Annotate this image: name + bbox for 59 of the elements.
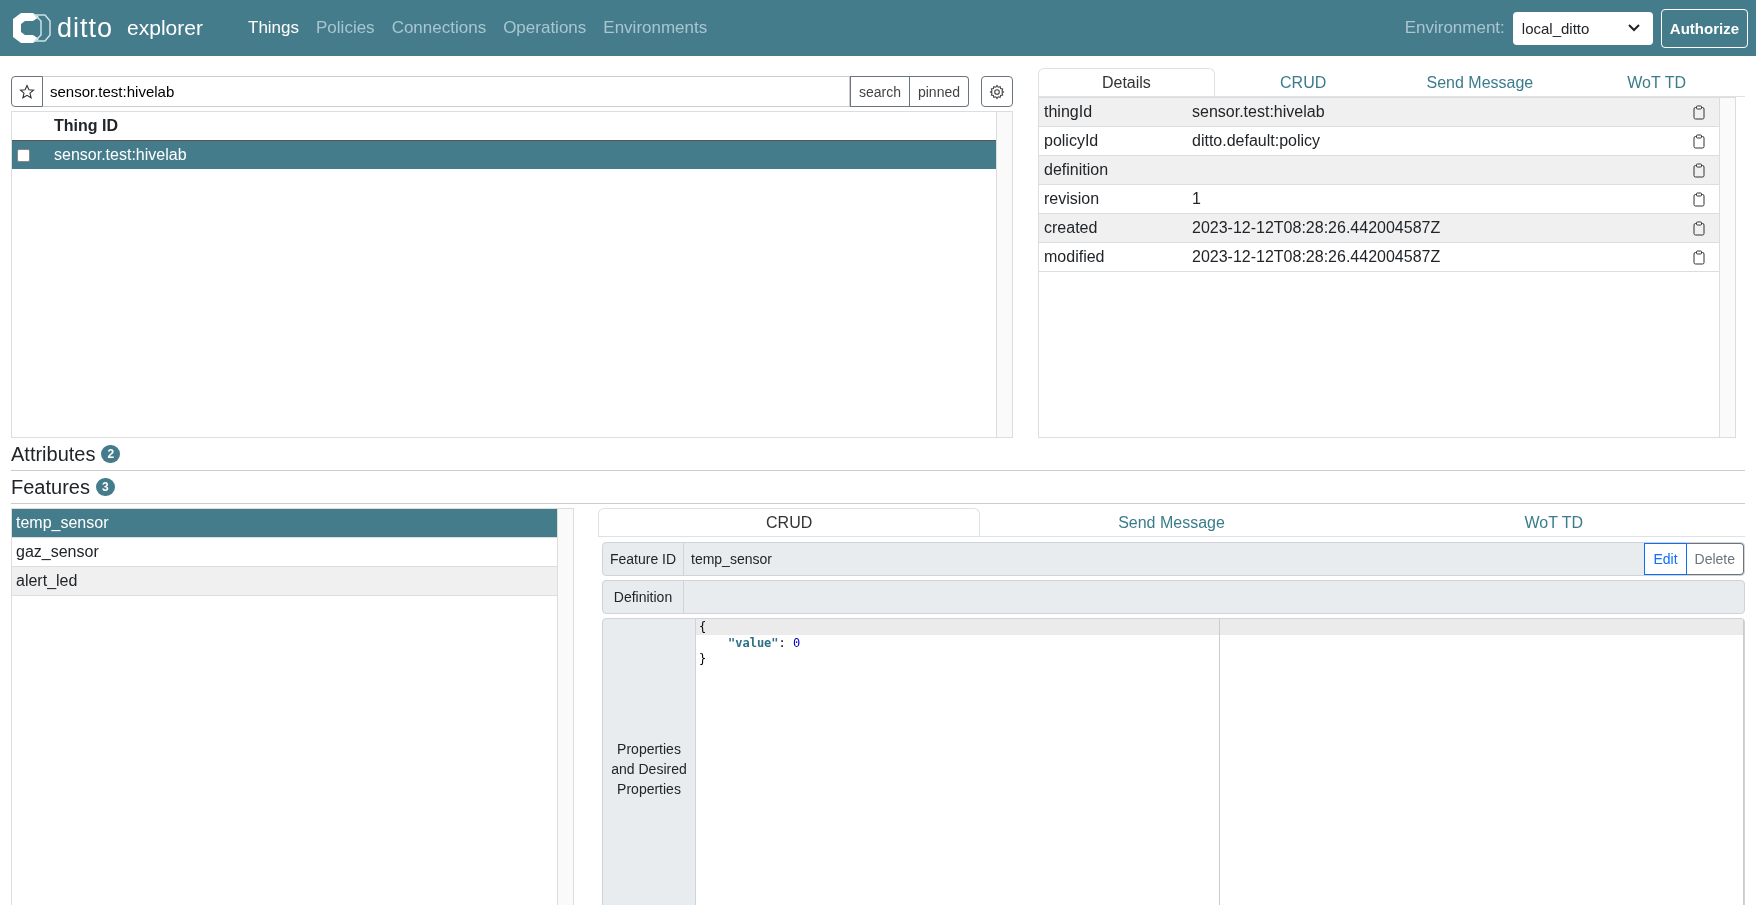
table-cell: sensor.test:hivelab xyxy=(54,146,187,164)
nav-link[interactable]: Operations xyxy=(503,18,587,38)
clipboard-icon[interactable] xyxy=(1693,162,1705,178)
count-badge: 2 xyxy=(101,445,121,463)
settings-icon xyxy=(989,83,1005,100)
clipboard-icon[interactable] xyxy=(1693,191,1705,207)
favorite-button[interactable] xyxy=(11,76,43,107)
scrollbar[interactable] xyxy=(557,509,573,905)
detail-value: 2023-12-12T08:28:26.442004587Z xyxy=(1192,219,1441,236)
scrollbar[interactable] xyxy=(1719,98,1735,437)
clipboard-icon[interactable] xyxy=(1693,104,1705,120)
tab[interactable]: WoT TD xyxy=(1362,508,1745,536)
detail-value: 1 xyxy=(1192,190,1201,207)
app-name: explorer xyxy=(127,16,203,40)
tab[interactable]: CRUD xyxy=(1214,68,1392,96)
table-row[interactable]: sensor.test:hivelab xyxy=(12,141,996,169)
environment-label: Environment: xyxy=(1404,18,1505,38)
detail-key: modified xyxy=(1044,248,1192,266)
search-field[interactable]: sensor.test:hivelab xyxy=(43,76,850,107)
detail-value: ditto.default:policy xyxy=(1192,132,1321,149)
search-option-button[interactable]: search xyxy=(849,76,910,107)
authorize-button[interactable]: Authorize xyxy=(1660,8,1748,48)
count-badge: 3 xyxy=(95,478,115,496)
logo-text: ditto xyxy=(57,12,114,44)
tab[interactable]: Send Message xyxy=(980,508,1363,536)
nav-link[interactable]: Things xyxy=(248,18,300,38)
detail-value: 2023-12-12T08:28:26.442004587Z xyxy=(1192,248,1441,265)
section-title: Attributes xyxy=(11,442,96,466)
detail-key: revision xyxy=(1044,190,1192,208)
nav-link[interactable]: Connections xyxy=(391,18,487,38)
section-title: Features xyxy=(11,475,90,499)
tab[interactable]: WoT TD xyxy=(1568,68,1745,96)
detail-key: definition xyxy=(1044,161,1192,179)
detail-key: thingId xyxy=(1044,103,1192,121)
clipboard-icon[interactable] xyxy=(1693,220,1705,236)
environment-select[interactable]: local_ditto xyxy=(1512,11,1653,45)
row-checkbox[interactable] xyxy=(17,148,30,162)
code-line: "value": 0 xyxy=(727,635,802,651)
feature-item[interactable]: alert_led xyxy=(12,567,557,596)
tab[interactable]: Send Message xyxy=(1391,68,1569,96)
settings-button[interactable] xyxy=(981,76,1013,107)
tab[interactable]: CRUD xyxy=(598,508,981,536)
code-editor[interactable]: { "value": 0 } xyxy=(696,619,1220,905)
scrollbar[interactable] xyxy=(996,112,1012,437)
clipboard-icon[interactable] xyxy=(1693,133,1705,149)
nav-link[interactable]: Environments xyxy=(603,18,708,38)
feature-item[interactable]: temp_sensor xyxy=(12,509,557,538)
clipboard-icon[interactable] xyxy=(1693,249,1705,265)
column-header: Thing ID xyxy=(54,117,118,135)
star-icon xyxy=(19,83,35,100)
code-line: } xyxy=(698,651,708,667)
detail-key: created xyxy=(1044,219,1192,237)
search-option-button[interactable]: pinned xyxy=(909,76,969,107)
detail-key: policyId xyxy=(1044,132,1192,150)
detail-value: sensor.test:hivelab xyxy=(1192,103,1325,120)
tab[interactable]: Details xyxy=(1038,68,1215,96)
nav-link[interactable]: Policies xyxy=(316,18,375,38)
chevron-down-icon xyxy=(1626,23,1641,33)
logo-icon xyxy=(11,11,51,45)
